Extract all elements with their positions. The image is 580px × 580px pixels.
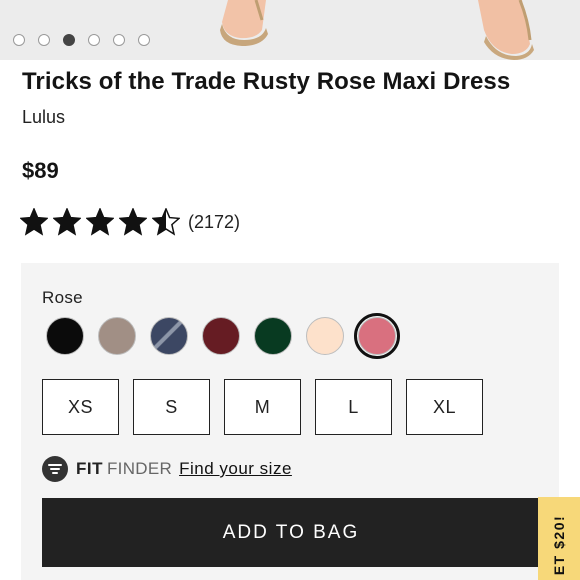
size-option-xs[interactable]: XS [42,379,119,435]
product-price: $89 [22,158,59,183]
color-swatch-taupe[interactable] [94,313,140,359]
color-swatch-emerald[interactable] [250,313,296,359]
product-image-gallery[interactable] [0,0,580,60]
size-option-m[interactable]: M [224,379,301,435]
swatch-color [98,317,136,355]
star-full-icon [20,208,48,236]
size-selector: XS S M L XL [42,379,497,435]
find-your-size-link[interactable]: Find your size [179,459,292,479]
promo-tab[interactable]: ET $20! [538,497,580,580]
star-full-icon [119,208,147,236]
rating-stars[interactable]: (2172) [20,208,240,236]
color-swatches [42,313,406,359]
star-half-icon [152,208,180,236]
carousel-dot-6[interactable] [138,34,150,46]
product-photo [0,0,580,60]
carousel-dots [13,34,150,46]
carousel-dot-3[interactable] [63,34,75,46]
carousel-dot-4[interactable] [88,34,100,46]
brand-name[interactable]: Lulus [22,107,65,128]
swatch-color [306,317,344,355]
swatch-color [46,317,84,355]
size-option-xl[interactable]: XL [406,379,483,435]
selected-color-label: Rose [42,288,83,307]
swatch-color [202,317,240,355]
add-to-bag-button[interactable]: ADD TO BAG [42,498,540,567]
size-option-l[interactable]: L [315,379,392,435]
star-full-icon [86,208,114,236]
color-swatch-black[interactable] [42,313,88,359]
promo-label: ET $20! [551,514,567,576]
fit-finder-brand: FIT [76,459,103,478]
swatch-color [358,317,396,355]
product-title: Tricks of the Trade Rusty Rose Maxi Dres… [22,68,511,95]
fit-finder-brand-light: FINDER [107,459,173,478]
carousel-dot-5[interactable] [113,34,125,46]
swatch-color [150,317,188,355]
color-swatch-rose[interactable] [354,313,400,359]
review-count[interactable]: (2172) [188,212,240,233]
carousel-dot-1[interactable] [13,34,25,46]
carousel-dot-2[interactable] [38,34,50,46]
star-full-icon [53,208,81,236]
color-swatch-burgundy[interactable] [198,313,244,359]
size-option-s[interactable]: S [133,379,210,435]
color-swatch-peach[interactable] [302,313,348,359]
product-options-panel: Rose XS S M L XL FIT FINDER Find your size A… [21,263,559,580]
fit-finder[interactable]: FIT FINDER Find your size [42,456,292,482]
fit-finder-icon [42,456,68,482]
swatch-color [254,317,292,355]
color-swatch-navy-stripe[interactable] [146,313,192,359]
